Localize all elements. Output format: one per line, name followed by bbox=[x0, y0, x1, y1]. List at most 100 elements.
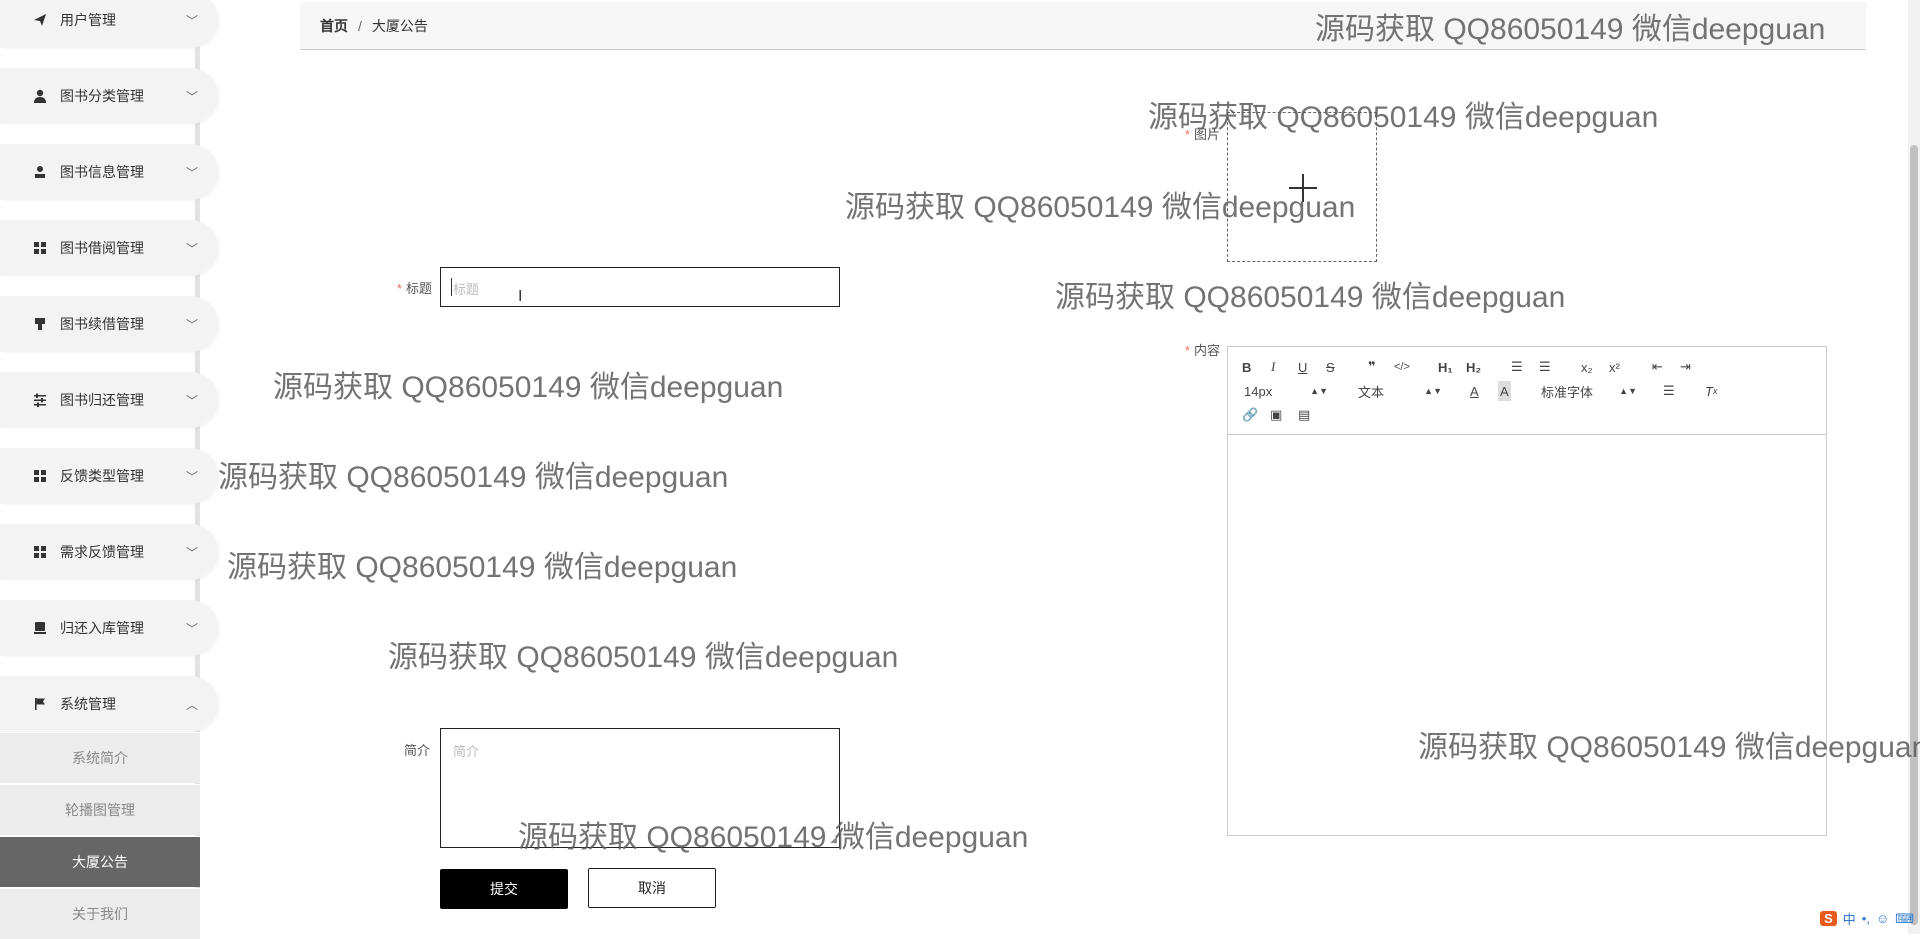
title-input[interactable]: 标题 bbox=[440, 267, 840, 307]
blockquote-icon[interactable]: ❞ bbox=[1368, 357, 1376, 377]
sidebar-item-renew[interactable]: 图书续借管理 ﹀ bbox=[0, 296, 218, 352]
font-family-select[interactable]: 标准字体 ▲▼ bbox=[1541, 381, 1637, 401]
sidebar-item-label: 需求反馈管理 bbox=[60, 544, 144, 560]
person-icon bbox=[30, 162, 50, 182]
sidebar-item-label: 图书续借管理 bbox=[60, 316, 144, 332]
ime-tray[interactable]: S 中 •, ☺ ⌨ bbox=[1820, 909, 1914, 928]
sidebar-item-system[interactable]: 系统管理 ︿ bbox=[0, 676, 218, 732]
inbox-icon bbox=[30, 618, 50, 638]
grid-icon bbox=[30, 238, 50, 258]
updown-icon: ▲▼ bbox=[1619, 386, 1637, 396]
breadcrumb: 首页 / 大厦公告 bbox=[300, 2, 1866, 50]
intro-textarea[interactable]: 简介 ◢ bbox=[440, 728, 840, 848]
chevron-down-icon: ﹀ bbox=[186, 469, 199, 484]
font-family-value: 标准字体 bbox=[1541, 384, 1594, 400]
subscript-icon[interactable]: x₂ bbox=[1581, 357, 1593, 377]
sidebar-item-feedback[interactable]: 需求反馈管理 ﹀ bbox=[0, 524, 218, 580]
superscript-icon[interactable]: x² bbox=[1609, 357, 1620, 377]
indent-icon[interactable]: ⇥ bbox=[1680, 357, 1691, 377]
sidebar-item-return[interactable]: 图书归还管理 ﹀ bbox=[0, 372, 218, 428]
grid-icon bbox=[30, 466, 50, 486]
video-icon[interactable]: ▤ bbox=[1298, 405, 1310, 425]
watermark: 源码获取 QQ86050149 微信deepguan bbox=[1055, 281, 1566, 314]
sogou-icon: S bbox=[1820, 911, 1837, 926]
header-value: 文本 bbox=[1358, 384, 1385, 400]
brush-icon bbox=[30, 314, 50, 334]
chevron-down-icon: ﹀ bbox=[186, 13, 199, 28]
content-label: * 内容 bbox=[1184, 343, 1220, 358]
sidebar-item-label: 图书信息管理 bbox=[60, 164, 144, 180]
image-icon[interactable]: ▣ bbox=[1270, 405, 1282, 425]
sidebar-item-borrow[interactable]: 图书借阅管理 ﹀ bbox=[0, 220, 218, 276]
sidebar: 用户管理 ﹀ 图书分类管理 ﹀ 图书信息管理 ﹀ 图书借阅管理 ﹀ 图书续借管理… bbox=[0, 0, 218, 939]
sidebar-item-return-storage[interactable]: 归还入库管理 ﹀ bbox=[0, 600, 218, 656]
font-size-select[interactable]: 14px ▲▼ bbox=[1244, 381, 1328, 401]
chevron-down-icon: ﹀ bbox=[186, 89, 199, 104]
ime-mode: 中 bbox=[1842, 912, 1856, 927]
font-color-icon[interactable]: A bbox=[1470, 381, 1479, 401]
scrollbar-thumb[interactable] bbox=[1910, 145, 1918, 925]
breadcrumb-current: 大厦公告 bbox=[371, 17, 428, 34]
chevron-down-icon: ﹀ bbox=[186, 317, 199, 332]
scrollbar-track[interactable] bbox=[1908, 0, 1920, 934]
italic-icon[interactable]: I bbox=[1271, 357, 1275, 377]
title-placeholder: 标题 bbox=[453, 282, 480, 297]
clear-format-icon[interactable]: Tx bbox=[1705, 381, 1717, 401]
sidebar-item-feedback-type[interactable]: 反馈类型管理 ﹀ bbox=[0, 448, 218, 504]
background-color-icon[interactable]: A bbox=[1498, 381, 1511, 401]
link-icon[interactable]: 🔗 bbox=[1242, 405, 1258, 425]
chevron-down-icon: ﹀ bbox=[186, 621, 199, 636]
watermark: 源码获取 QQ86050149 微信deepguan bbox=[227, 551, 738, 584]
editor-toolbar: B I U S ❞ </> H₁ H₂ ☰ ☰ x₂ x² ⇤ ⇥ 14px ▲▼… bbox=[1228, 347, 1826, 435]
watermark: 源码获取 QQ86050149 微信deepguan bbox=[218, 461, 729, 494]
cancel-button[interactable]: 取消 bbox=[588, 868, 716, 908]
submenu-item-announcement[interactable]: 大厦公告 bbox=[0, 836, 200, 887]
strike-icon[interactable]: S bbox=[1326, 357, 1335, 377]
send-icon bbox=[30, 10, 50, 30]
sidebar-item-label: 反馈类型管理 bbox=[60, 468, 144, 484]
punctuation-icon: •, bbox=[1861, 911, 1870, 926]
outdent-icon[interactable]: ⇤ bbox=[1652, 357, 1663, 377]
submenu-item-carousel[interactable]: 轮播图管理 bbox=[0, 784, 200, 835]
bold-icon[interactable]: B bbox=[1242, 357, 1251, 377]
sidebar-item-label: 图书分类管理 bbox=[60, 88, 144, 104]
sidebar-item-label: 用户管理 bbox=[60, 12, 116, 28]
sidebar-item-category[interactable]: 图书分类管理 ﹀ bbox=[0, 68, 218, 124]
watermark: 源码获取 QQ86050149 微信deepguan bbox=[1148, 101, 1659, 134]
editor-content-area[interactable] bbox=[1228, 435, 1826, 835]
sidebar-item-book-info[interactable]: 图书信息管理 ﹀ bbox=[0, 144, 218, 200]
keyboard-icon: ⌨ bbox=[1895, 910, 1914, 926]
intro-placeholder: 简介 bbox=[453, 744, 480, 759]
code-block-icon[interactable]: </> bbox=[1394, 357, 1410, 377]
text-caret bbox=[451, 278, 452, 296]
image-label: * 图片 bbox=[1184, 127, 1220, 142]
sidebar-item-label: 图书归还管理 bbox=[60, 392, 144, 408]
submit-button[interactable]: 提交 bbox=[440, 869, 568, 909]
sliders-icon bbox=[30, 390, 50, 410]
sidebar-item-label: 归还入库管理 bbox=[60, 620, 144, 636]
breadcrumb-home[interactable]: 首页 bbox=[320, 16, 348, 36]
submenu-item-about[interactable]: 关于我们 bbox=[0, 888, 200, 939]
underline-icon[interactable]: U bbox=[1298, 357, 1307, 377]
grid-icon bbox=[30, 542, 50, 562]
image-upload[interactable] bbox=[1227, 112, 1377, 262]
ordered-list-icon[interactable]: ☰ bbox=[1511, 357, 1523, 377]
heading2-icon[interactable]: H₂ bbox=[1466, 357, 1481, 377]
submenu-item-intro[interactable]: 系统简介 bbox=[0, 732, 200, 783]
rich-text-editor: B I U S ❞ </> H₁ H₂ ☰ ☰ x₂ x² ⇤ ⇥ 14px ▲▼… bbox=[1227, 346, 1827, 836]
heading1-icon[interactable]: H₁ bbox=[1438, 357, 1453, 377]
chevron-up-icon: ︿ bbox=[186, 697, 199, 712]
sidebar-item-user[interactable]: 用户管理 ﹀ bbox=[0, 0, 218, 48]
font-size-value: 14px bbox=[1244, 383, 1273, 399]
chevron-down-icon: ﹀ bbox=[186, 393, 199, 408]
header-select[interactable]: 文本 ▲▼ bbox=[1358, 381, 1442, 401]
align-icon[interactable]: ☰ bbox=[1663, 381, 1675, 401]
bullet-list-icon[interactable]: ☰ bbox=[1539, 357, 1551, 377]
chevron-down-icon: ﹀ bbox=[186, 545, 199, 560]
flag-icon bbox=[30, 694, 50, 714]
resize-handle-icon[interactable]: ◢ bbox=[830, 834, 837, 845]
chevron-down-icon: ﹀ bbox=[186, 241, 199, 256]
watermark: 源码获取 QQ86050149 微信deepguan bbox=[388, 641, 899, 674]
mouse-ibeam-icon: I bbox=[518, 288, 523, 305]
breadcrumb-separator: / bbox=[358, 17, 362, 34]
